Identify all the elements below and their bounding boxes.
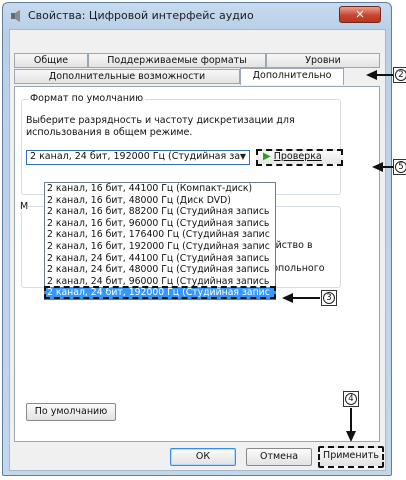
apply-button[interactable]: Применить — [318, 446, 384, 468]
tab-levels[interactable]: Уровни — [266, 53, 380, 68]
group-title: Формат по умолчанию — [28, 93, 146, 104]
format-dropdown-list: 2 канал, 16 бит, 44100 Гц (Компакт-диск)… — [44, 182, 276, 300]
ok-button[interactable]: ОК — [170, 448, 236, 466]
test-button[interactable]: ▶ Проверка — [256, 149, 343, 166]
dropdown-option[interactable]: 2 канал, 16 бит, 192000 Гц (Студийная за… — [45, 241, 275, 253]
dropdown-option-selected[interactable]: 2 канал, 24 бит, 192000 Гц (Студийная за… — [45, 287, 275, 299]
tab-enhancements[interactable]: Дополнительные возможности — [14, 69, 240, 84]
tab-supported-formats[interactable]: Поддерживаемые форматы — [88, 53, 266, 68]
format-description: Выберите разрядность и частоту дискретиз… — [26, 115, 295, 138]
dropdown-option[interactable]: 2 канал, 16 бит, 48000 Гц (Диск DVD) — [45, 195, 275, 207]
cancel-button[interactable]: Отмена — [246, 448, 312, 466]
dropdown-option[interactable]: 2 канал, 16 бит, 44100 Гц (Компакт-диск) — [45, 183, 275, 195]
speaker-icon — [11, 10, 20, 22]
tab-general[interactable]: Общие — [14, 53, 88, 68]
format-select[interactable]: 2 канал, 24 бит, 192000 Гц (Студийная за… — [26, 150, 250, 165]
dialog-client: Общие Поддерживаемые форматы Уровни Допо… — [9, 29, 386, 471]
callout-4: 4 — [343, 391, 359, 407]
apply-button-label: Применить — [323, 450, 379, 461]
dropdown-option[interactable]: 2 канал, 16 бит, 88200 Гц (Студийная зап… — [45, 206, 275, 218]
callout-3: 3 — [321, 290, 337, 306]
dropdown-option[interactable]: 2 канал, 16 бит, 176400 Гц (Студийная за… — [45, 229, 275, 241]
chevron-down-icon[interactable]: ▼ — [240, 151, 246, 163]
exclusive-group-title: М — [20, 201, 29, 212]
default-format-group: Формат по умолчанию — [21, 93, 341, 195]
test-button-label: Проверка — [273, 151, 322, 162]
title-bar[interactable]: Свойства: Цифровой интерфейс аудио ✕ — [3, 3, 391, 29]
format-select-value: 2 канал, 24 бит, 192000 Гц (Студийная за — [30, 151, 241, 162]
dropdown-option[interactable]: 2 канал, 24 бит, 48000 Гц (Студийная зап… — [45, 264, 275, 276]
dropdown-option[interactable]: 2 канал, 24 бит, 96000 Гц (Студийная зап… — [45, 276, 275, 288]
callout-2: 2 — [393, 67, 406, 83]
window-title: Свойства: Цифровой интерфейс аудио — [28, 9, 254, 22]
play-icon: ▶ — [263, 151, 271, 162]
dropdown-option[interactable]: 2 канал, 16 бит, 96000 Гц (Студийная зап… — [45, 218, 275, 230]
close-button[interactable]: ✕ — [339, 6, 381, 23]
restore-defaults-button[interactable]: По умолчанию — [26, 403, 116, 421]
properties-dialog: Свойства: Цифровой интерфейс аудио ✕ Общ… — [2, 2, 392, 476]
dropdown-option[interactable]: 2 канал, 24 бит, 44100 Гц (Студийная зап… — [45, 253, 275, 265]
callout-5: 5 — [393, 159, 406, 175]
tab-advanced[interactable]: Дополнительно — [240, 68, 344, 85]
